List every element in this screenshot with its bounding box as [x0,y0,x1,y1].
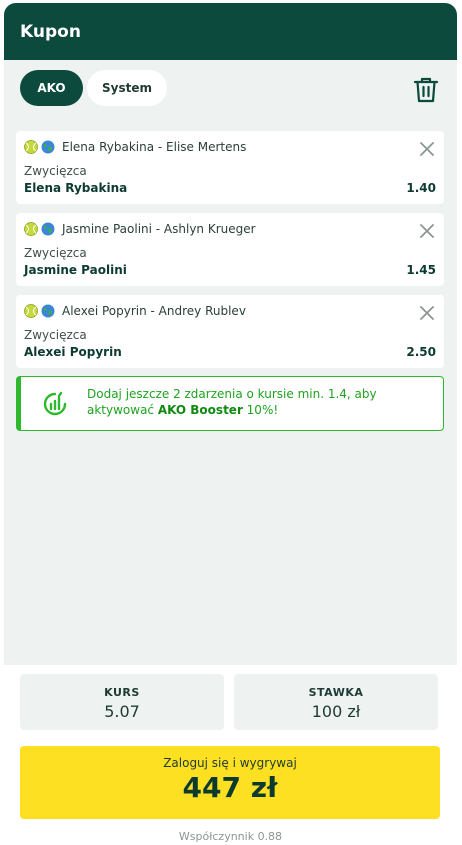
stake-label: STAWKA [308,686,364,699]
trash-icon[interactable] [413,76,439,104]
odds-value: 1.45 [406,263,436,277]
globe-icon [41,304,55,318]
market-name: Zwycięzca [24,328,87,342]
event-row: Elena Rybakina - Elise Mertens [24,140,246,154]
market-name: Zwycięzca [24,246,87,260]
event-name: Elena Rybakina - Elise Mertens [62,140,247,154]
odds-value: 2.50 [406,345,436,359]
selection-name: Elena Rybakina [24,181,128,195]
selection-name: Jasmine Paolini [24,263,127,277]
bet-mode-row: AKO System [4,70,457,110]
login-and-win-button[interactable]: Zaloguj się i wygrywaj 447 zł [20,746,440,819]
coefficient-text: Współczynnik 0.88 [178,830,283,843]
booster-text-bold: AKO Booster [157,403,243,417]
system-mode-button[interactable]: System [87,70,167,106]
bet-item: Elena Rybakina - Elise Mertens Zwycięzca… [16,131,444,204]
globe-icon [41,140,55,154]
close-icon[interactable] [420,224,434,238]
stake-box[interactable]: STAWKA 100 zł [234,674,438,730]
betslip-title: Kupon [20,21,81,42]
globe-icon [41,222,55,236]
event-name: Jasmine Paolini - Ashlyn Krueger [62,222,256,236]
total-odds-label: KURS [104,686,140,699]
betslip-panel: Kupon AKO System Elena Rybakina - Elise … [4,3,457,845]
event-name: Alexei Popyrin - Andrey Rublev [62,304,246,318]
ako-mode-button[interactable]: AKO [20,70,83,106]
cta-label: Zaloguj się i wygrywaj [163,756,297,770]
total-odds-value: 5.07 [104,702,140,721]
booster-text-suffix: 10%! [242,403,279,417]
stake-value[interactable]: 100 zł [234,702,438,721]
event-row: Alexei Popyrin - Andrey Rublev [24,304,246,318]
potential-win-amount: 447 zł [182,771,278,804]
bet-item: Alexei Popyrin - Andrey Rublev Zwycięzca… [16,295,444,368]
tennis-ball-icon [24,140,38,154]
close-icon[interactable] [420,142,434,156]
booster-icon [43,391,67,416]
total-odds-box: KURS 5.07 [20,674,224,730]
betslip-header: Kupon [4,3,457,60]
market-name: Zwycięzca [24,164,87,178]
selection-name: Alexei Popyrin [24,345,122,359]
bet-item: Jasmine Paolini - Ashlyn Krueger Zwycięz… [16,213,444,286]
betslip-footer: KURS 5.07 STAWKA 100 zł Zaloguj się i wy… [4,665,457,845]
booster-message: Dodaj jeszcze 2 zdarzenia o kursie min. … [87,386,427,418]
ako-booster-banner: Dodaj jeszcze 2 zdarzenia o kursie min. … [16,376,444,431]
odds-value: 1.40 [406,181,436,195]
close-icon[interactable] [420,306,434,320]
tennis-ball-icon [24,222,38,236]
event-row: Jasmine Paolini - Ashlyn Krueger [24,222,256,236]
tennis-ball-icon [24,304,38,318]
